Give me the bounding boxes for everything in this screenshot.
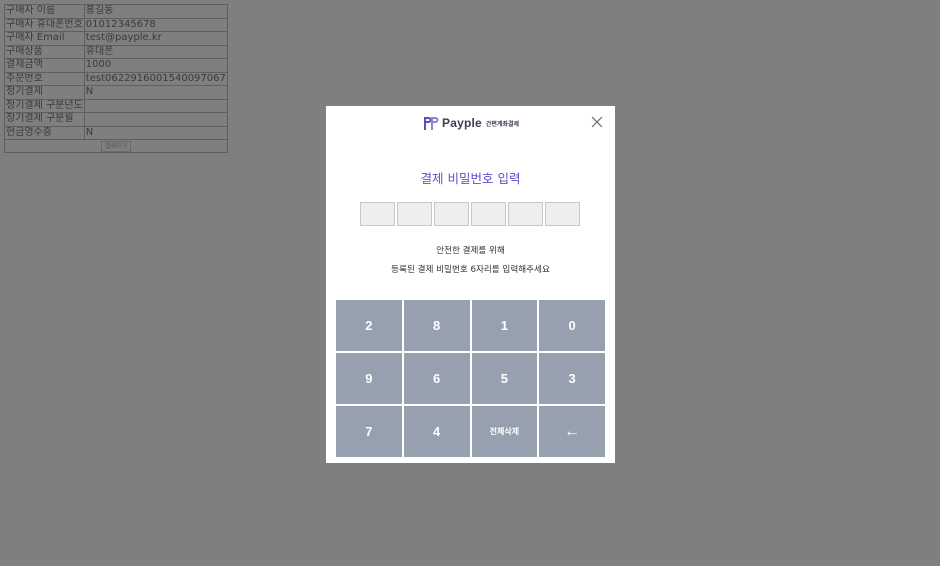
- modal-header: Payple 간편계좌결제: [326, 106, 615, 138]
- clear-all-button[interactable]: 전체삭제: [471, 406, 538, 457]
- table-row: 정기결제 N: [4, 85, 228, 100]
- table-row: 정기결제 구분월: [4, 112, 228, 127]
- guide-text-2: 등록된 결제 비밀번호 6자리를 입력해주세요: [391, 265, 550, 275]
- row-value: [83, 112, 228, 127]
- pin-digit-box: [545, 202, 580, 226]
- pin-display: [360, 202, 580, 226]
- order-info-table: 구매자 이름 홍길동 구매자 휴대폰번호 01012345678 구매자 Ema…: [4, 4, 228, 153]
- button-row: 결제하기: [4, 139, 228, 153]
- key-9[interactable]: 9: [336, 353, 402, 404]
- row-label: 구매상품: [4, 44, 85, 59]
- pin-digit-box: [471, 202, 506, 226]
- table-row: 구매자 휴대폰번호 01012345678: [4, 17, 228, 32]
- brand-sub: 간편계좌결제: [485, 120, 520, 128]
- row-value: N: [83, 85, 228, 100]
- table-row: 현금영수증 N: [4, 125, 228, 140]
- key-0[interactable]: 0: [539, 300, 605, 351]
- row-value: test0622916001540097067: [83, 71, 228, 86]
- payple-logo-icon: [424, 116, 439, 130]
- table-row: 구매자 Email test@payple.kr: [4, 31, 228, 46]
- table-row: 정기결제 구분년도: [4, 98, 228, 113]
- pin-digit-box: [360, 202, 395, 226]
- pin-digit-box: [397, 202, 432, 226]
- guide-text-1: 안전한 결제를 위해: [436, 246, 505, 256]
- keypad: 2 8 1 0 9 6 5 3 7 4 전체삭제 ←: [336, 300, 605, 457]
- pin-digit-box: [434, 202, 469, 226]
- row-value: 휴대폰: [83, 44, 228, 59]
- key-4[interactable]: 4: [403, 406, 470, 457]
- table-row: 결제금액 1000: [4, 58, 228, 73]
- password-modal: Payple 간편계좌결제 결제 비밀번호 입력 안전한 결제를 위해 등록된 …: [326, 106, 615, 463]
- table-row: 구매자 이름 홍길동: [4, 4, 228, 19]
- row-label: 현금영수증: [4, 125, 85, 140]
- row-label: 구매자 이름: [4, 4, 85, 19]
- key-6[interactable]: 6: [403, 353, 470, 404]
- table-row: 구매상품 휴대폰: [4, 44, 228, 59]
- backspace-key[interactable]: ←: [539, 406, 605, 457]
- pay-button[interactable]: 결제하기: [100, 141, 131, 152]
- row-label: 주문번호: [4, 71, 85, 86]
- button-cell: 결제하기: [4, 139, 228, 153]
- row-label: 정기결제 구분년도: [4, 98, 85, 113]
- close-icon[interactable]: [589, 114, 605, 130]
- row-value: N: [83, 125, 228, 140]
- row-value: [83, 98, 228, 113]
- row-label: 결제금액: [4, 58, 85, 73]
- key-7[interactable]: 7: [336, 406, 402, 457]
- row-label: 정기결제: [4, 85, 85, 100]
- key-5[interactable]: 5: [471, 353, 538, 404]
- row-label: 구매자 Email: [4, 31, 85, 46]
- pin-digit-box: [508, 202, 543, 226]
- key-1[interactable]: 1: [471, 300, 538, 351]
- row-label: 정기결제 구분월: [4, 112, 85, 127]
- row-value: 1000: [83, 58, 228, 73]
- key-8[interactable]: 8: [403, 300, 470, 351]
- payple-logo: Payple 간편계좌결제: [423, 115, 519, 131]
- row-value: 홍길동: [83, 4, 228, 19]
- row-value: 01012345678: [83, 17, 228, 32]
- key-2[interactable]: 2: [336, 300, 402, 351]
- row-label: 구매자 휴대폰번호: [4, 17, 85, 32]
- row-value: test@payple.kr: [83, 31, 228, 46]
- table-row: 주문번호 test0622916001540097067: [4, 71, 228, 86]
- modal-title: 결제 비밀번호 입력: [420, 171, 521, 186]
- key-3[interactable]: 3: [539, 353, 605, 404]
- brand-name: Payple: [442, 116, 482, 130]
